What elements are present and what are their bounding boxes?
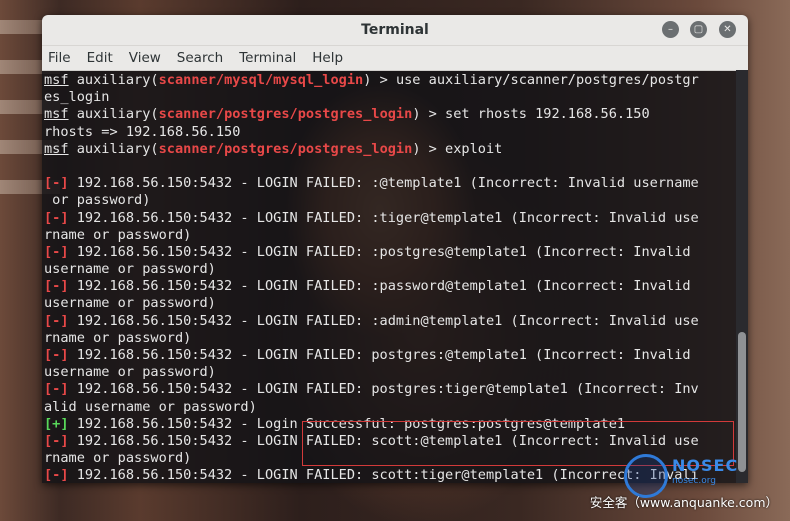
prompt-msf: msf: [44, 106, 69, 123]
status-fail-marker: [-]: [44, 432, 69, 449]
terminal-text: auxiliary(: [68, 72, 159, 88]
window-title: Terminal: [361, 22, 429, 38]
status-fail-marker: [-]: [44, 467, 69, 483]
menu-edit[interactable]: Edit: [87, 50, 113, 66]
logo-text: NOSEC: [672, 456, 739, 475]
terminal-text: ) > set rhosts 192.168.56.150: [412, 106, 650, 123]
terminal-line: alid username or password): [44, 399, 736, 416]
terminal-text: alid username or password): [44, 398, 257, 415]
prompt-msf: msf: [44, 72, 69, 88]
nosec-logo: NOSEC nosec.org: [624, 454, 744, 498]
terminal-line: es_login: [44, 89, 736, 106]
terminal-text: 192.168.56.150:5432 - LOGIN FAILED: :pos…: [68, 243, 691, 260]
menu-view[interactable]: View: [129, 50, 161, 66]
terminal-text: or password): [44, 192, 151, 209]
terminal-line: rname or password): [44, 227, 736, 244]
terminal-text: 192.168.56.150:5432 - LOGIN FAILED: scot…: [68, 467, 699, 483]
scrollbar-thumb[interactable]: [738, 332, 746, 472]
terminal-text: username or password): [44, 295, 216, 312]
module-name: scanner/postgres/postgres_login: [158, 106, 413, 123]
desktop-background: Terminal – ▢ ✕ File Edit View Search Ter…: [0, 0, 790, 521]
menu-bar: File Edit View Search Terminal Help: [42, 46, 748, 71]
terminal-text: rname or password): [44, 226, 192, 243]
terminal-text: ) > use auxiliary/scanner/postgres/postg…: [363, 72, 699, 88]
terminal-text: 192.168.56.150:5432 - LOGIN FAILED: :@te…: [68, 175, 699, 192]
terminal-text: 192.168.56.150:5432 - LOGIN FAILED: post…: [68, 381, 699, 398]
terminal-line: username or password): [44, 295, 736, 312]
terminal-line: username or password): [44, 364, 736, 381]
terminal-line: msf auxiliary(scanner/mysql/mysql_login)…: [44, 72, 736, 89]
terminal-line: [-] 192.168.56.150:5432 - LOGIN FAILED: …: [44, 381, 736, 398]
terminal-text: rname or password): [44, 450, 192, 467]
terminal-line: username or password): [44, 261, 736, 278]
module-name: scanner/mysql/mysql_login: [158, 72, 364, 88]
module-name: scanner/postgres/postgres_login: [158, 140, 413, 157]
terminal-text: auxiliary(: [68, 106, 159, 123]
terminal-line: rname or password): [44, 330, 736, 347]
menu-help[interactable]: Help: [312, 50, 343, 66]
terminal-text: username or password): [44, 261, 216, 278]
terminal-text: 192.168.56.150:5432 - LOGIN FAILED: :tig…: [68, 209, 699, 226]
scrollbar[interactable]: [736, 70, 748, 483]
terminal-line: msf auxiliary(scanner/postgres/postgres_…: [44, 141, 736, 158]
close-button[interactable]: ✕: [719, 21, 736, 38]
status-fail-marker: [-]: [44, 278, 69, 295]
terminal-line: msf auxiliary(scanner/postgres/postgres_…: [44, 106, 736, 123]
maximize-button[interactable]: ▢: [690, 21, 707, 38]
terminal-text: rhosts => 192.168.56.150: [44, 123, 241, 140]
terminal-window: Terminal – ▢ ✕ File Edit View Search Ter…: [42, 15, 748, 483]
terminal-line: [-] 192.168.56.150:5432 - LOGIN FAILED: …: [44, 347, 736, 364]
terminal-text: es_login: [44, 89, 110, 106]
terminal-text: ) > exploit: [412, 140, 503, 157]
menu-search[interactable]: Search: [177, 50, 223, 66]
terminal-line: [-] 192.168.56.150:5432 - LOGIN FAILED: …: [44, 210, 736, 227]
status-fail-marker: [-]: [44, 243, 69, 260]
status-fail-marker: [-]: [44, 312, 69, 329]
terminal-text: rname or password): [44, 329, 192, 346]
menu-terminal[interactable]: Terminal: [239, 50, 296, 66]
terminal-line: or password): [44, 192, 736, 209]
status-fail-marker: [-]: [44, 209, 69, 226]
status-fail-marker: [-]: [44, 347, 69, 363]
terminal-line: [-] 192.168.56.150:5432 - LOGIN FAILED: …: [44, 278, 736, 295]
terminal-text: 192.168.56.150:5432 - LOGIN FAILED: :pas…: [68, 278, 691, 295]
terminal-text: username or password): [44, 364, 216, 381]
terminal-text: auxiliary(: [68, 140, 159, 157]
terminal-line: rhosts => 192.168.56.150: [44, 124, 736, 141]
terminal-text: 192.168.56.150:5432 - LOGIN FAILED: post…: [68, 347, 691, 363]
minimize-button[interactable]: –: [662, 21, 679, 38]
terminal-text: 192.168.56.150:5432 - LOGIN FAILED: :adm…: [68, 312, 699, 329]
watermark-text: 安全客（www.anquanke.com）: [589, 495, 778, 510]
terminal-line: [-] 192.168.56.150:5432 - LOGIN FAILED: …: [44, 313, 736, 330]
status-fail-marker: [-]: [44, 175, 69, 192]
status-success-marker: [+]: [44, 415, 69, 432]
terminal-line: [-] 192.168.56.150:5432 - LOGIN FAILED: …: [44, 175, 736, 192]
terminal-line: [-] 192.168.56.150:5432 - LOGIN FAILED: …: [44, 244, 736, 261]
logo-subtext: nosec.org: [672, 476, 717, 486]
title-bar[interactable]: Terminal – ▢ ✕: [42, 15, 748, 46]
prompt-msf: msf: [44, 140, 69, 157]
status-fail-marker: [-]: [44, 381, 69, 398]
menu-file[interactable]: File: [48, 50, 71, 66]
